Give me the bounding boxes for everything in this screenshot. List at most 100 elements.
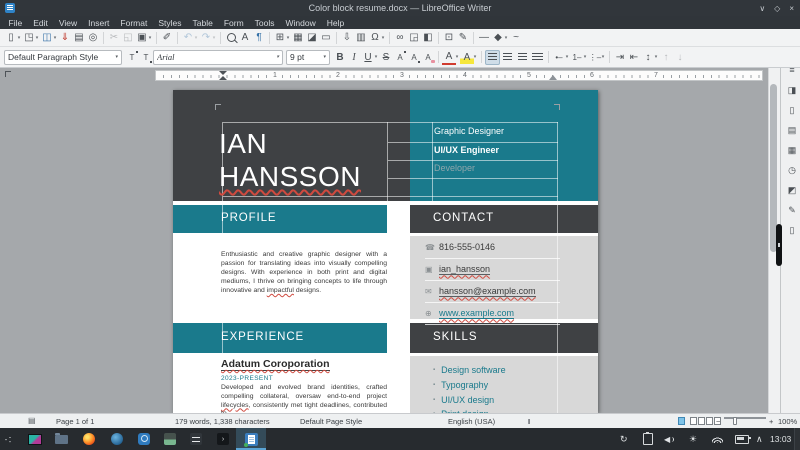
menu-form[interactable]: Form [218,18,249,28]
experience-paragraph[interactable]: Developed and evolved brand identities, … [221,384,387,413]
clear-formatting-icon[interactable]: A [421,50,435,64]
insert-textbox-icon[interactable]: ▭ [319,31,333,45]
close-button[interactable]: × [789,4,794,13]
page-count[interactable]: Page 1 of 1 [56,417,94,426]
freeform-line-icon[interactable]: ~ [509,31,523,45]
sidebar-styles-icon[interactable]: ▤ [786,124,798,136]
decrease-indent-icon[interactable]: ⇤ [627,50,641,64]
menu-window[interactable]: Window [280,18,321,28]
menu-tools[interactable]: Tools [249,18,280,28]
insert-field-icon[interactable]: ▥ [354,31,368,45]
contact-social[interactable]: ian_hansson [439,264,491,275]
minimize-button[interactable]: ∨ [759,4,765,13]
resume-name[interactable]: IAN HANSSON [219,127,361,193]
menu-file[interactable]: File [3,18,28,28]
contact-row-website[interactable]: ⊕ www.example.com [425,302,560,325]
para-space-increase-icon[interactable]: ↑ [659,50,673,64]
copy-icon[interactable]: ◱ [121,31,135,45]
font-combo-arrow-icon[interactable]: ▾ [276,54,279,60]
contact-row-phone[interactable]: ☎ 816-555-0146 [425,236,560,259]
contact-website[interactable]: www.example.com [439,308,515,319]
size-combo-arrow-icon[interactable]: ▾ [323,54,326,60]
skill-item[interactable]: ▪ UI/UX design [433,393,494,408]
tray-expand-chevron-icon[interactable]: ∧ [756,428,763,450]
brightness-tray-icon[interactable]: ☀ [689,428,697,450]
insert-bookmark-icon[interactable]: ◧ [421,31,435,45]
font-size-combo[interactable]: 9 pt ▾ [286,49,330,65]
justify-button[interactable] [530,50,545,65]
new-style-icon[interactable]: T [139,50,153,64]
text-language[interactable]: English (USA) [448,417,495,426]
subscript-icon[interactable]: A [407,50,421,64]
align-right-button[interactable] [515,50,530,65]
italic-icon[interactable]: I [347,50,361,64]
globe-app-icon[interactable] [110,432,124,446]
align-left-button[interactable] [485,49,500,65]
para-space-decrease-icon[interactable]: ↓ [673,50,687,64]
menu-help[interactable]: Help [321,18,349,28]
photos-app-icon[interactable] [163,432,177,446]
word-count[interactable]: 179 words, 1,338 characters [175,417,270,426]
sidebar-style-inspector-icon[interactable]: ◩ [786,184,798,196]
symbol-dropdown-icon[interactable]: ▾ [380,35,386,41]
writer-taskbar-icon[interactable] [243,432,258,447]
battery-tray-icon[interactable] [735,428,751,450]
sidebar-accessibility-icon[interactable]: ▯ [786,224,798,236]
titlebar[interactable]: Color block resume.docx — LibreOffice Wr… [0,0,800,16]
company-name[interactable]: Adatum Coroporation [221,358,330,371]
clock[interactable]: 13:03 [770,428,791,450]
sidebar-navigator-icon[interactable]: ◷ [786,164,798,176]
volume-tray-icon[interactable]: ◀ [664,428,675,450]
menu-insert[interactable]: Insert [83,18,115,28]
clipboard-tray-icon[interactable] [643,428,653,450]
sidebar-properties-icon[interactable]: ◨ [786,84,798,96]
spelling-icon[interactable]: A [238,31,252,45]
outline-dropdown-icon[interactable]: ▾ [600,54,606,60]
menu-format[interactable]: Format [115,18,153,28]
firefox-icon[interactable] [82,432,96,446]
increase-indent-icon[interactable]: ⇥ [613,50,627,64]
zoom-slider-handle[interactable] [733,417,737,425]
export-pdf-icon[interactable]: ⇓ [58,31,72,45]
system-settings-icon[interactable] [189,432,203,446]
menu-view[interactable]: View [53,18,82,28]
bold-icon[interactable]: B [333,50,347,64]
insert-hyperlink-icon[interactable]: ∞ [393,31,407,45]
track-changes-icon[interactable]: ✎ [456,31,470,45]
menu-styles[interactable]: Styles [153,18,187,28]
zoom-slider-track[interactable] [724,417,766,419]
skill-item[interactable]: ▪ Typography [433,378,488,393]
print-preview-icon[interactable]: ◎ [86,31,100,45]
insert-image-icon[interactable]: ▦ [291,31,305,45]
skill-item[interactable]: ▪ Design software [433,363,506,378]
app-launcher-icon[interactable]: ∴ [2,432,16,446]
book-view-button[interactable] [706,417,721,425]
profile-paragraph[interactable]: Enthusiastic and creative graphic design… [221,250,387,295]
discover-store-icon[interactable] [137,432,151,446]
insert-comment-icon[interactable]: ⊡ [442,31,456,45]
document-page[interactable]: IAN HANSSON Graphic Designer UI/UX Engin… [173,90,598,413]
zoom-level[interactable]: 100% [778,417,797,426]
sidebar-manage-changes-icon[interactable]: ✎ [786,204,798,216]
sidebar-page-icon[interactable]: ▯ [786,104,798,116]
page-break-icon[interactable]: ⇩ [340,31,354,45]
right-indent-marker[interactable] [549,75,557,80]
file-manager-icon[interactable] [54,432,68,446]
sidebar-settings-icon[interactable]: ≡ [786,64,798,76]
style-combo-arrow-icon[interactable]: ▾ [115,54,118,60]
multi-page-view-button[interactable] [690,417,705,425]
insert-footnote-icon[interactable]: ◲ [407,31,421,45]
paste-dropdown-icon[interactable]: ▾ [147,35,153,41]
formatting-marks-icon[interactable]: ¶ [252,31,266,45]
paragraph-style-combo[interactable]: Default Paragraph Style ▾ [4,49,122,65]
update-style-icon[interactable]: T [125,50,139,64]
cut-icon[interactable]: ✂ [107,31,121,45]
show-desktop-button[interactable] [794,428,800,450]
role-uiux-engineer[interactable]: UI/UX Engineer [434,145,499,155]
contact-row-email[interactable]: ✉ hansson@example.com [425,280,560,303]
role-developer[interactable]: Developer [434,163,475,173]
insert-line-icon[interactable]: — [477,31,491,45]
menu-table[interactable]: Table [187,18,218,28]
first-line-indent-marker[interactable] [219,71,227,75]
sidebar-collapse-handle[interactable] [776,224,782,266]
